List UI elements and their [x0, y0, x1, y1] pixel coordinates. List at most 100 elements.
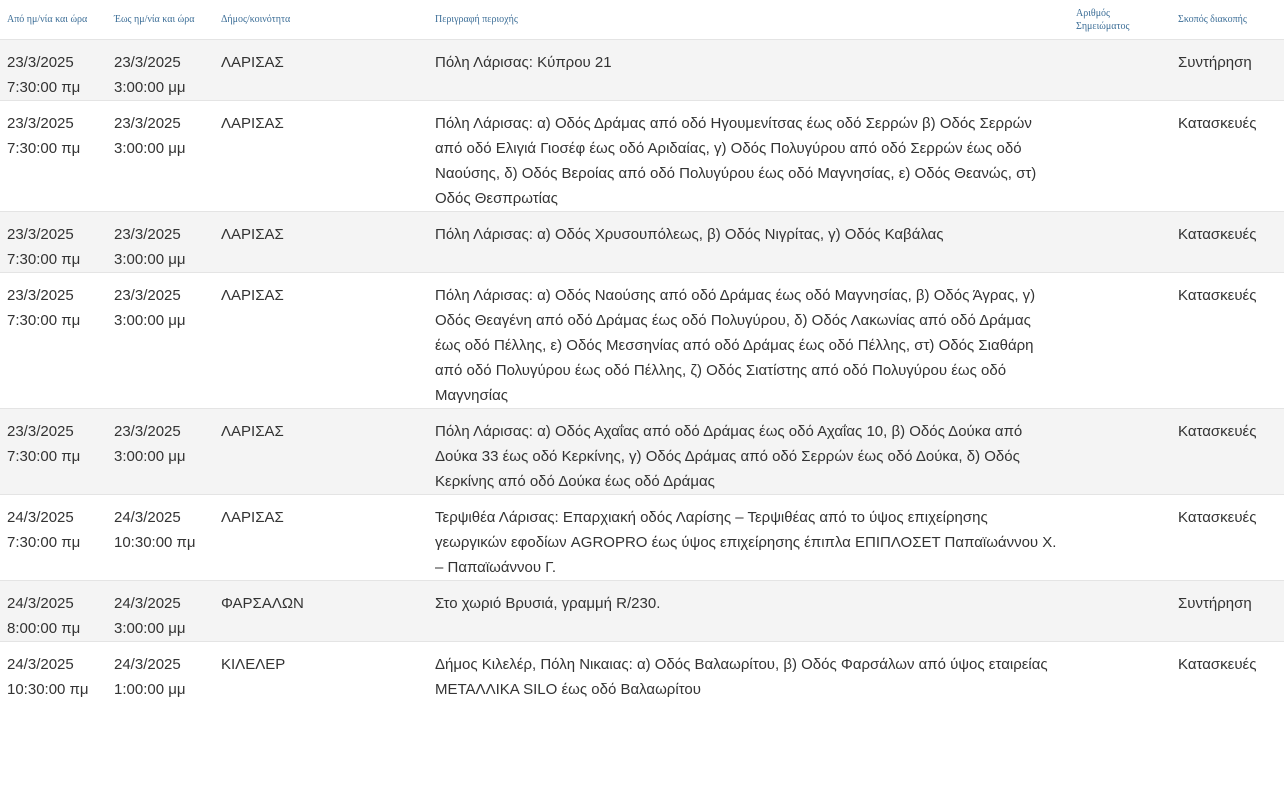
purpose-cell: Κατασκευές [1176, 211, 1284, 273]
area-description-cell: Πόλη Λάρισας: α) Οδός Δράμας από οδό Ηγο… [428, 100, 1069, 212]
purpose-cell: Κατασκευές [1176, 641, 1284, 702]
to-date: 23/3/2025 [114, 226, 181, 243]
municipality-cell: ΛΑΡΙΣΑΣ [214, 39, 428, 101]
area-description: Πόλη Λάρισας: Κύπρου 21 [435, 54, 612, 71]
to-date: 23/3/2025 [114, 287, 181, 304]
from-time: 7:30:00 πμ [7, 251, 81, 268]
to-time: 3:00:00 μμ [114, 140, 186, 157]
purpose: Κατασκευές [1178, 423, 1257, 440]
municipality: ΦΑΡΣΑΛΩΝ [221, 595, 304, 612]
area-description-cell: Τερψιθέα Λάρισας: Επαρχιακή οδός Λαρίσης… [428, 494, 1069, 581]
point-number-cell [1069, 641, 1176, 702]
table-row: 24/3/2025 8:00:00 πμ 24/3/2025 3:00:00 μμ ΦΑ… [0, 580, 1284, 642]
area-description: Πόλη Λάρισας: α) Οδός Αχαΐας από οδό Δρά… [435, 423, 1023, 490]
point-number-cell [1069, 580, 1176, 642]
from-time: 7:30:00 πμ [7, 312, 81, 329]
municipality: ΛΑΡΙΣΑΣ [221, 423, 284, 440]
from-time: 10:30:00 πμ [7, 681, 89, 698]
from-date: 24/3/2025 [7, 656, 74, 673]
municipality: ΛΑΡΙΣΑΣ [221, 509, 284, 526]
table-row: 23/3/2025 7:30:00 πμ 23/3/2025 3:00:00 μμ ΛΑ… [0, 211, 1284, 273]
point-number-cell [1069, 211, 1176, 273]
from-cell: 23/3/2025 7:30:00 πμ [0, 408, 107, 495]
to-time: 3:00:00 μμ [114, 620, 186, 637]
table-header: Από ημ/νία και ώρα Έως ημ/νία και ώρα Δή… [0, 0, 1284, 40]
municipality-cell: ΛΑΡΙΣΑΣ [214, 100, 428, 212]
to-time: 10:30:00 πμ [114, 534, 196, 551]
col-header-from[interactable]: Από ημ/νία και ώρα [0, 0, 107, 40]
purpose: Συντήρηση [1178, 54, 1252, 71]
municipality: ΛΑΡΙΣΑΣ [221, 54, 284, 71]
area-description: Πόλη Λάρισας: α) Οδός Δράμας από οδό Ηγο… [435, 115, 1037, 207]
to-time: 3:00:00 μμ [114, 251, 186, 268]
area-description: Δήμος Κιλελέρ, Πόλη Νικαιας: α) Οδός Βαλ… [435, 656, 1048, 698]
to-time: 3:00:00 μμ [114, 79, 186, 96]
from-cell: 24/3/2025 10:30:00 πμ [0, 641, 107, 702]
area-description-cell: Πόλη Λάρισας: Κύπρου 21 [428, 39, 1069, 101]
point-number-cell [1069, 408, 1176, 495]
from-cell: 24/3/2025 8:00:00 πμ [0, 580, 107, 642]
to-cell: 23/3/2025 3:00:00 μμ [107, 211, 214, 273]
municipality: ΛΑΡΙΣΑΣ [221, 287, 284, 304]
to-cell: 23/3/2025 3:00:00 μμ [107, 408, 214, 495]
from-date: 23/3/2025 [7, 115, 74, 132]
purpose: Κατασκευές [1178, 656, 1257, 673]
purpose-cell: Κατασκευές [1176, 408, 1284, 495]
area-description: Τερψιθέα Λάρισας: Επαρχιακή οδός Λαρίσης… [435, 509, 1057, 576]
from-date: 23/3/2025 [7, 287, 74, 304]
area-description-cell: Δήμος Κιλελέρ, Πόλη Νικαιας: α) Οδός Βαλ… [428, 641, 1069, 702]
col-header-area[interactable]: Περιγραφή περιοχής [428, 0, 1069, 40]
col-header-to[interactable]: Έως ημ/νία και ώρα [107, 0, 214, 40]
from-cell: 23/3/2025 7:30:00 πμ [0, 211, 107, 273]
purpose: Συντήρηση [1178, 595, 1252, 612]
col-header-purpose[interactable]: Σκοπός διακοπής [1176, 0, 1284, 40]
point-number-cell [1069, 272, 1176, 409]
col-header-municipality[interactable]: Δήμος/κοινότητα [214, 0, 428, 40]
to-cell: 24/3/2025 1:00:00 μμ [107, 641, 214, 702]
area-description: Στο χωριό Βρυσιά, γραμμή R/230. [435, 595, 661, 612]
table-body: 23/3/2025 7:30:00 πμ 23/3/2025 3:00:00 μμ ΛΑ… [0, 39, 1284, 702]
purpose-cell: Κατασκευές [1176, 272, 1284, 409]
table-row: 23/3/2025 7:30:00 πμ 23/3/2025 3:00:00 μμ ΛΑ… [0, 100, 1284, 212]
from-date: 24/3/2025 [7, 595, 74, 612]
to-date: 23/3/2025 [114, 423, 181, 440]
purpose: Κατασκευές [1178, 509, 1257, 526]
from-date: 23/3/2025 [7, 54, 74, 71]
to-cell: 23/3/2025 3:00:00 μμ [107, 100, 214, 212]
municipality-cell: ΛΑΡΙΣΑΣ [214, 408, 428, 495]
from-date: 23/3/2025 [7, 226, 74, 243]
col-header-point-number[interactable]: Αριθμός Σημειώματος [1069, 0, 1176, 40]
header-row: Από ημ/νία και ώρα Έως ημ/νία και ώρα Δή… [0, 0, 1284, 40]
municipality: ΛΑΡΙΣΑΣ [221, 226, 284, 243]
to-date: 24/3/2025 [114, 595, 181, 612]
to-cell: 23/3/2025 3:00:00 μμ [107, 39, 214, 101]
municipality-cell: ΛΑΡΙΣΑΣ [214, 272, 428, 409]
table-row: 24/3/2025 7:30:00 πμ 24/3/2025 10:30:00 πμ Λ… [0, 494, 1284, 581]
area-description: Πόλη Λάρισας: α) Οδός Χρυσουπόλεως, β) Ο… [435, 226, 944, 243]
table-row: 23/3/2025 7:30:00 πμ 23/3/2025 3:00:00 μμ ΛΑ… [0, 39, 1284, 101]
to-time: 3:00:00 μμ [114, 312, 186, 329]
municipality-cell: ΚΙΛΕΛΕΡ [214, 641, 428, 702]
to-time: 3:00:00 μμ [114, 448, 186, 465]
purpose: Κατασκευές [1178, 226, 1257, 243]
from-cell: 23/3/2025 7:30:00 πμ [0, 272, 107, 409]
purpose-cell: Συντήρηση [1176, 39, 1284, 101]
to-cell: 23/3/2025 3:00:00 μμ [107, 272, 214, 409]
table-row: 23/3/2025 7:30:00 πμ 23/3/2025 3:00:00 μμ ΛΑ… [0, 272, 1284, 409]
from-time: 7:30:00 πμ [7, 79, 81, 96]
purpose-cell: Κατασκευές [1176, 494, 1284, 581]
area-description-cell: Πόλη Λάρισας: α) Οδός Χρυσουπόλεως, β) Ο… [428, 211, 1069, 273]
municipality-cell: ΛΑΡΙΣΑΣ [214, 211, 428, 273]
point-number-cell [1069, 494, 1176, 581]
from-time: 8:00:00 πμ [7, 620, 81, 637]
area-description-cell: Πόλη Λάρισας: α) Οδός Ναούσης από οδό Δρ… [428, 272, 1069, 409]
from-time: 7:30:00 πμ [7, 140, 81, 157]
purpose: Κατασκευές [1178, 115, 1257, 132]
table-row: 24/3/2025 10:30:00 πμ 24/3/2025 1:00:00 μμ Κ… [0, 641, 1284, 702]
municipality-cell: ΦΑΡΣΑΛΩΝ [214, 580, 428, 642]
to-time: 1:00:00 μμ [114, 681, 186, 698]
to-cell: 24/3/2025 3:00:00 μμ [107, 580, 214, 642]
from-date: 24/3/2025 [7, 509, 74, 526]
municipality-cell: ΛΑΡΙΣΑΣ [214, 494, 428, 581]
purpose-cell: Κατασκευές [1176, 100, 1284, 212]
